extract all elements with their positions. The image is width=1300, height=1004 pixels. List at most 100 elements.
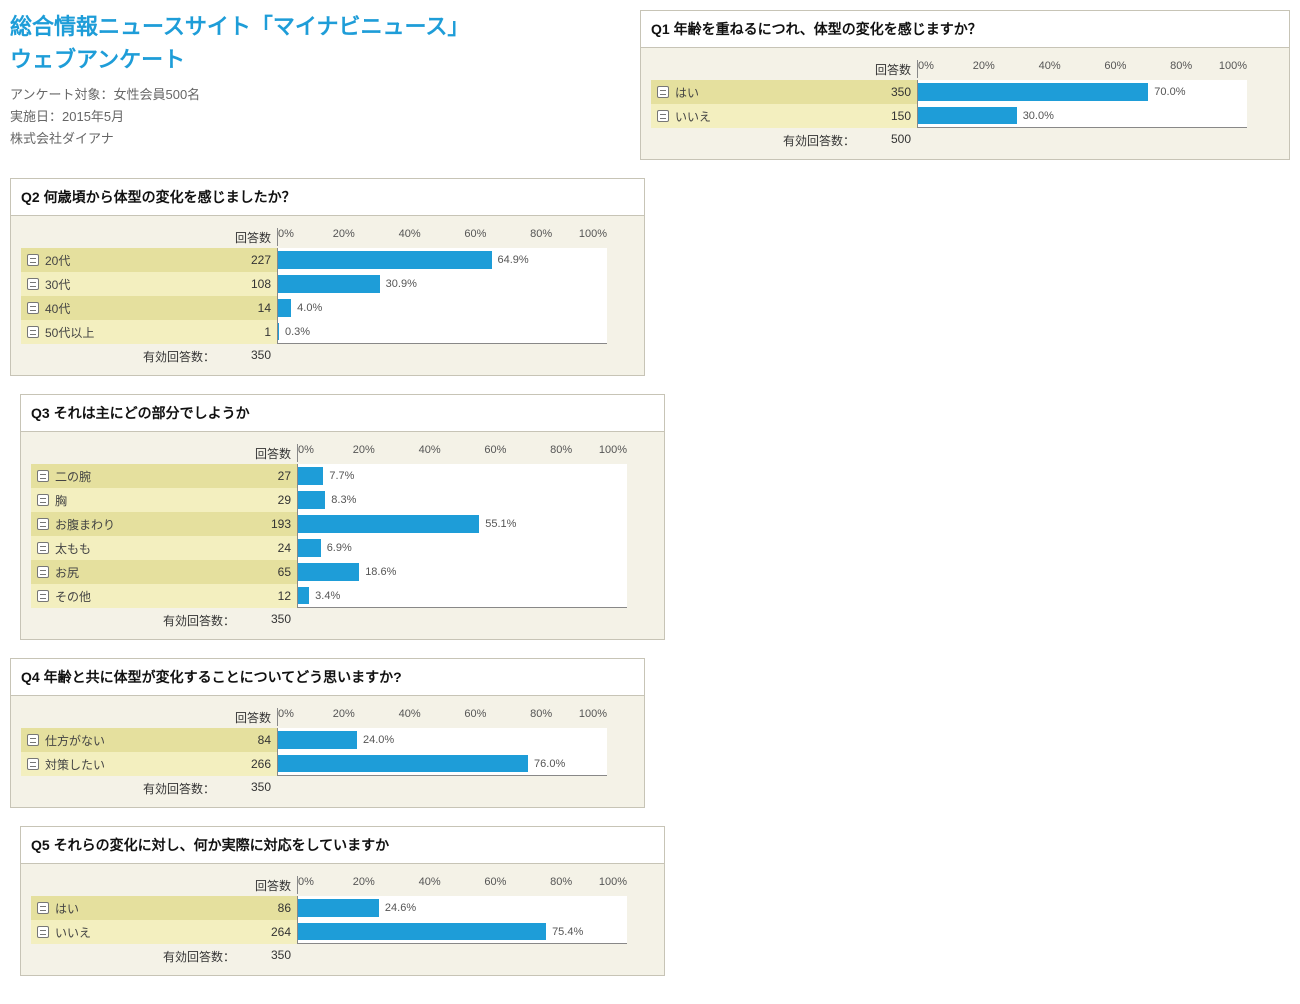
- bar-value-label: 7.7%: [329, 470, 354, 482]
- list-icon: [27, 326, 39, 338]
- bar-value-label: 8.3%: [331, 494, 356, 506]
- chart-row: 50代以上10.3%: [21, 320, 634, 344]
- bar-value-label: 6.9%: [327, 542, 352, 554]
- axis-tick: 100%: [579, 228, 607, 240]
- bar-value-label: 76.0%: [534, 758, 565, 770]
- axis-tick: 40%: [419, 876, 441, 888]
- category-label: はい: [675, 84, 699, 101]
- page-title: 総合情報ニュースサイト「マイナビニュース」 ウェブアンケート: [10, 10, 630, 76]
- axis-tick: 20%: [353, 444, 375, 456]
- axis-tick: 0%: [278, 708, 294, 720]
- chart-row: お腹まわり19355.1%: [31, 512, 654, 536]
- axis-tick: 40%: [399, 228, 421, 240]
- axis: 0%20%40%60%80%100%: [917, 60, 1247, 78]
- count-header: 回答数: [221, 709, 277, 726]
- chart-row: 20代22764.9%: [21, 248, 634, 272]
- category-label: 40代: [45, 300, 70, 317]
- category-label: いいえ: [675, 108, 711, 125]
- category-label: お腹まわり: [55, 516, 115, 533]
- panel-q4: Q4 年齢と共に体型が変化することについてどう思いますか?回答数0%20%40%…: [10, 658, 645, 808]
- bar: [278, 251, 492, 269]
- list-icon: [37, 542, 49, 554]
- bar: [298, 491, 325, 509]
- chart-row: はい35070.0%: [651, 80, 1279, 104]
- bar: [918, 83, 1148, 101]
- valid-n-label: 有効回答数：: [31, 948, 241, 965]
- axis: 0%20%40%60%80%100%: [277, 708, 607, 726]
- count-value: 29: [241, 488, 297, 512]
- bar: [298, 899, 379, 917]
- bar: [278, 275, 380, 293]
- axis-tick: 0%: [298, 876, 314, 888]
- chart-row: 仕方がない 84 24.0%: [21, 728, 634, 752]
- meta-company: 株式会社ダイアナ: [10, 128, 630, 150]
- category-label: 50代以上: [45, 324, 94, 341]
- bar-value-label: 24.6%: [385, 902, 416, 914]
- category-label: 対策したい: [45, 756, 105, 773]
- valid-n-value: 500: [861, 132, 917, 149]
- axis-tick: 60%: [1104, 60, 1126, 72]
- bar-value-label: 24.0%: [363, 734, 394, 746]
- bar: [298, 587, 309, 604]
- category-label: 仕方がない: [45, 732, 105, 749]
- title-line2: ウェブアンケート: [10, 47, 185, 72]
- axis-tick: 80%: [530, 708, 552, 720]
- bar-value-label: 3.4%: [315, 590, 340, 602]
- count-value: 24: [241, 536, 297, 560]
- count-value: 108: [221, 272, 277, 296]
- category-label: 胸: [55, 492, 67, 509]
- count-value: 14: [221, 296, 277, 320]
- count-value: 84: [221, 728, 277, 752]
- panel-q3: Q3 それは主にどの部分でしようか回答数0%20%40%60%80%100%二の…: [20, 394, 665, 640]
- list-icon: [27, 758, 39, 770]
- axis-tick: 80%: [1170, 60, 1192, 72]
- list-icon: [37, 902, 49, 914]
- axis-tick: 100%: [599, 444, 627, 456]
- chart-row: 対策したい26676.0%: [21, 752, 634, 776]
- axis-tick: 20%: [973, 60, 995, 72]
- list-icon: [657, 86, 669, 98]
- count-header: 回答数: [241, 877, 297, 894]
- count-value: 1: [221, 320, 277, 344]
- chart-row: お尻6518.6%: [31, 560, 654, 584]
- valid-n-label: 有効回答数：: [21, 348, 221, 365]
- count-value: 150: [861, 104, 917, 128]
- bar: [278, 731, 357, 749]
- axis-tick: 20%: [333, 228, 355, 240]
- bar: [298, 467, 323, 485]
- axis: 0%20%40%60%80%100%: [297, 444, 627, 462]
- list-icon: [27, 302, 39, 314]
- category-label: 20代: [45, 252, 70, 269]
- list-icon: [37, 590, 49, 602]
- axis-tick: 60%: [484, 876, 506, 888]
- panel-q2: Q2 何歳頃から体型の変化を感じましたか？回答数0%20%40%60%80%10…: [10, 178, 645, 376]
- panel-q1: Q1 年齢を重ねるにつれ、体型の変化を感じますか？回答数0%20%40%60%8…: [640, 10, 1290, 160]
- valid-n-value: 350: [221, 348, 277, 365]
- list-icon: [657, 110, 669, 122]
- question-title: Q3 それは主にどの部分でしようか: [21, 395, 664, 432]
- axis-tick: 100%: [599, 876, 627, 888]
- chart-row: その他123.4%: [31, 584, 654, 608]
- bar-value-label: 30.9%: [386, 278, 417, 290]
- valid-n-value: 350: [241, 612, 297, 629]
- chart-row: 胸 29 8.3%: [31, 488, 654, 512]
- category-label: 太もも: [55, 540, 91, 557]
- title-line1: 総合情報ニュースサイト「マイナビニュース」: [10, 14, 469, 39]
- bar-value-label: 30.0%: [1023, 110, 1054, 122]
- axis-tick: 40%: [399, 708, 421, 720]
- axis-tick: 0%: [918, 60, 934, 72]
- meta-date: 実施日：2015年5月: [10, 106, 630, 128]
- count-value: 86: [241, 896, 297, 920]
- category-label: 30代: [45, 276, 70, 293]
- bar: [278, 299, 291, 317]
- bar: [298, 515, 479, 533]
- axis-tick: 20%: [333, 708, 355, 720]
- chart-row: 太もも 24 6.9%: [31, 536, 654, 560]
- axis-tick: 80%: [550, 876, 572, 888]
- bar: [298, 563, 359, 581]
- list-icon: [37, 518, 49, 530]
- axis-tick: 20%: [353, 876, 375, 888]
- list-icon: [27, 254, 39, 266]
- count-value: 65: [241, 560, 297, 584]
- list-icon: [37, 494, 49, 506]
